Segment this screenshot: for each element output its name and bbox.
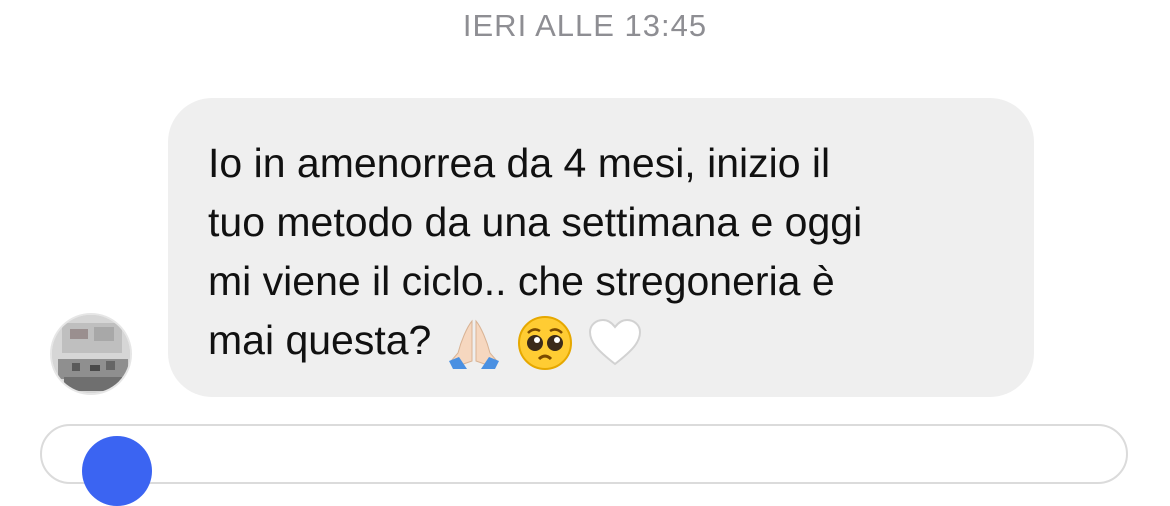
avatar-image bbox=[52, 315, 130, 393]
message-line: mi viene il ciclo.. che stregoneria è bbox=[208, 258, 835, 304]
message-bubble[interactable]: Io in amenorrea da 4 mesi, inizio il tuo… bbox=[168, 98, 1034, 397]
message-composer[interactable] bbox=[40, 424, 1128, 506]
sender-avatar[interactable] bbox=[50, 313, 132, 395]
message-line: tuo metodo da una settimana e oggi bbox=[208, 199, 863, 245]
message-line: Io in amenorrea da 4 mesi, inizio il bbox=[208, 140, 831, 186]
message-line: mai questa? bbox=[208, 317, 432, 363]
message-last-line: mai questa? bbox=[208, 311, 1014, 371]
camera-button[interactable] bbox=[82, 436, 152, 506]
pleading-face-icon bbox=[517, 315, 573, 371]
message-timestamp: IERI ALLE 13:45 bbox=[462, 8, 708, 43]
praying-hands-icon bbox=[445, 317, 503, 370]
white-heart-icon bbox=[587, 318, 643, 368]
